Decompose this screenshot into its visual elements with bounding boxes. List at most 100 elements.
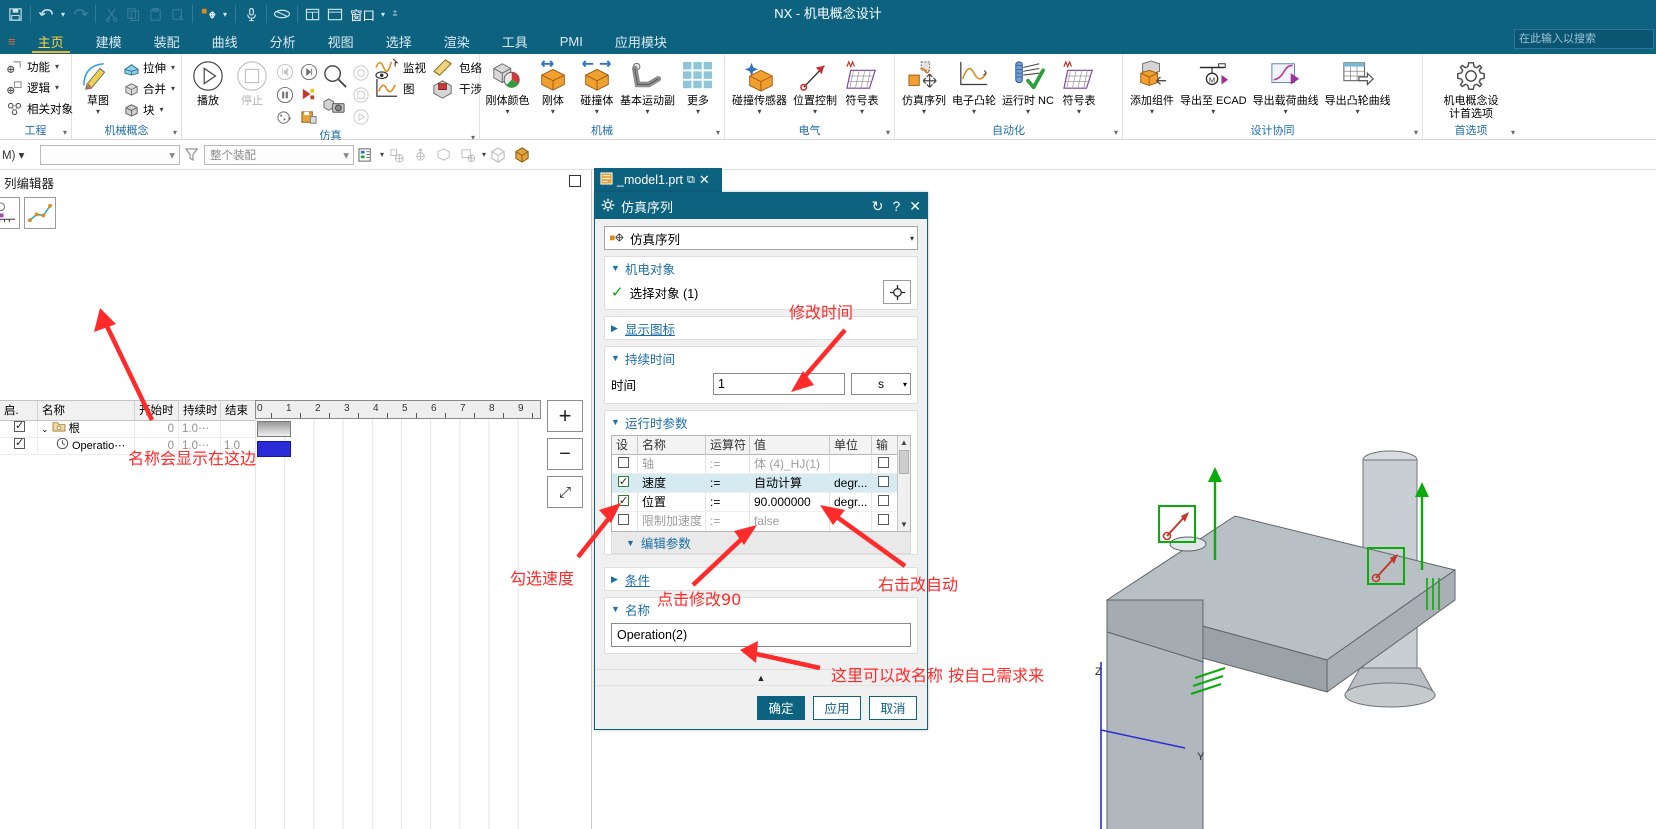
group-expand-caret-icon[interactable]: ▾ [886,125,890,140]
chevron-down-icon[interactable]: ▾ [1284,107,1288,116]
row-set-checkbox[interactable] [612,512,638,531]
table-row[interactable]: 速度 := 自动计算 degr... [612,473,910,493]
tab-applications[interactable]: 应用模块 [599,28,683,54]
snap-body-icon[interactable] [432,143,456,167]
row-value-cell[interactable]: 90.000000 [750,492,830,512]
chevron-down-icon[interactable]: ▾ [922,107,926,116]
group-expand-caret-icon[interactable]: ▾ [173,125,177,140]
ribbon-item-extrude[interactable]: 拉伸 ▾ [120,57,177,78]
window-icon[interactable] [324,3,346,25]
tab-curve[interactable]: 曲线 [196,28,254,54]
ribbon-item-export-load-curve[interactable]: 导出载荷曲线 ▾ [1250,57,1322,116]
column-header-set[interactable]: 设 [612,435,638,455]
ribbon-item-unite[interactable]: 合并 ▾ [120,78,177,99]
snap-center-icon[interactable] [456,143,480,167]
copy-icon[interactable] [122,3,144,25]
tab-render[interactable]: 渲染 [428,28,486,54]
3d-viewport[interactable]: Z Y X [935,170,1656,829]
reset-icon[interactable]: ↻ [872,198,884,215]
chevron-down-icon[interactable]: ▾ [972,107,976,116]
ribbon-item-stop[interactable]: 停止 [230,57,274,107]
table-row[interactable]: 位置 := 90.000000 degr... [612,492,910,512]
play-small-icon[interactable] [350,106,372,128]
table-row[interactable]: 轴 := 体 (4)_HJ(1) [612,454,910,474]
chevron-down-icon[interactable]: ▾ [55,62,59,71]
row-value-cell[interactable]: false [750,512,830,531]
window-tile-icon[interactable] [302,3,324,25]
ribbon-item-sketch[interactable]: 草图 ▾ [76,57,120,116]
ribbon-item-add-component[interactable]: 添加组件 ▾ [1127,57,1177,116]
time-scale-icon[interactable] [274,107,296,129]
chevron-down-icon[interactable]: ▾ [813,107,817,116]
chevron-down-icon[interactable]: ▾ [551,107,555,116]
group-expand-caret-icon[interactable]: ▾ [1414,125,1418,140]
search-input[interactable]: 在此输入以搜索 [1514,29,1654,49]
table-row[interactable]: Operatio⋯ 0 1.0⋯ 1.0 [0,437,255,455]
cut-icon[interactable] [100,3,122,25]
chevron-down-icon[interactable]: ▾ [645,107,649,116]
shaded-icon[interactable] [486,143,510,167]
ribbon-item-interference[interactable]: 干涉 [428,78,484,99]
render-style-icon[interactable] [510,143,534,167]
tab-tools[interactable]: 工具 [486,28,544,54]
type-filter-combo[interactable]: ▾ [40,144,180,165]
table-row[interactable]: 限制加速度 := false [612,512,910,531]
name-input[interactable]: Operation(2) [611,623,911,647]
ribbon-item-position-control[interactable]: 位置控制 ▾ [790,57,840,116]
tab-analysis[interactable]: 分析 [254,28,312,54]
snap-point-icon[interactable] [384,143,408,167]
chevron-down-icon[interactable]: ▾ [1026,107,1030,116]
column-header-op[interactable]: 运算符 [706,435,750,455]
time-unit-select[interactable]: s ▾ [851,373,911,395]
ribbon-item-rigid-body[interactable]: 刚体 ▾ [531,57,575,116]
select-object-row[interactable]: ✓ 选择对象 (1) [611,280,911,304]
chevron-down-icon[interactable]: ▾ [696,107,700,116]
chevron-down-icon[interactable]: ▾ [757,107,761,116]
parameters-scrollbar[interactable]: ▲ ▼ [897,436,910,531]
chevron-down-icon[interactable]: ▾ [55,83,59,92]
ribbon-item-logic[interactable]: 逻辑 ▾ [4,77,61,98]
chevron-down-icon[interactable]: ▾ [1077,107,1081,116]
column-header-duration[interactable]: 持续时 [179,400,221,421]
row-enabled-checkbox[interactable] [0,437,38,455]
snapshot-camera-icon[interactable] [320,91,350,121]
gantt-grid[interactable] [255,419,541,829]
sequence-editor-icon[interactable] [0,197,20,229]
ribbon-item-export-cam-curve[interactable]: 导出凸轮曲线 ▾ [1322,57,1394,116]
stop-square-icon[interactable] [350,84,372,106]
chevron-down-icon[interactable]: ▾ [1356,107,1360,116]
step-play-icon[interactable] [298,84,320,106]
section-header-mechatronic-object[interactable]: ▼ 机电对象 [605,257,917,279]
ribbon-item-symbol-table[interactable]: 符号表 ▾ [840,57,884,116]
ribbon-item-graph[interactable]: 图 [372,78,428,99]
time-input[interactable]: 1 [713,373,845,395]
redo-icon[interactable] [69,3,91,25]
ribbon-item-basic-joint[interactable]: 基本运动副 ▾ [619,57,676,116]
tab-view[interactable]: 视图 [312,28,370,54]
selection-scope-prefix[interactable]: M) ▾ [0,148,34,162]
ok-button[interactable]: 确定 [757,695,805,720]
chevron-down-icon[interactable]: ▾ [171,63,175,72]
row-enabled-checkbox[interactable] [0,420,38,438]
close-icon[interactable]: ✕ [699,172,710,188]
select-target-icon[interactable] [883,280,911,304]
scroll-down-icon[interactable]: ▼ [898,518,910,531]
close-icon[interactable]: ✕ [909,198,921,215]
ribbon-item-block[interactable]: 块 ▾ [120,99,177,120]
ribbon-item-export-ecad[interactable]: M 导出至 ECAD ▾ [1177,57,1250,116]
edit-parameters-row[interactable]: ▼ 编辑参数 [611,532,911,554]
fit-button[interactable]: ⤢ [547,476,583,508]
time-ruler[interactable]: 0 1 2 3 4 5 6 7 8 9 [255,400,541,419]
window-menu-label[interactable]: 窗口 [350,5,375,24]
ribbon-item-related-objects[interactable]: 相关对象 [4,98,75,119]
column-header-unit[interactable]: 单位 [830,435,872,455]
curve-editor-icon[interactable] [24,197,56,229]
snap-point2-icon[interactable] [408,143,432,167]
paste-icon[interactable] [144,3,166,25]
chevron-down-icon[interactable]: ▾ [1150,107,1154,116]
cancel-button[interactable]: 取消 [869,695,917,720]
pause-icon[interactable] [274,84,296,106]
apply-button[interactable]: 应用 [813,695,861,720]
column-header-enabled[interactable]: 启. [0,400,38,421]
tab-modeling[interactable]: 建模 [80,28,138,54]
